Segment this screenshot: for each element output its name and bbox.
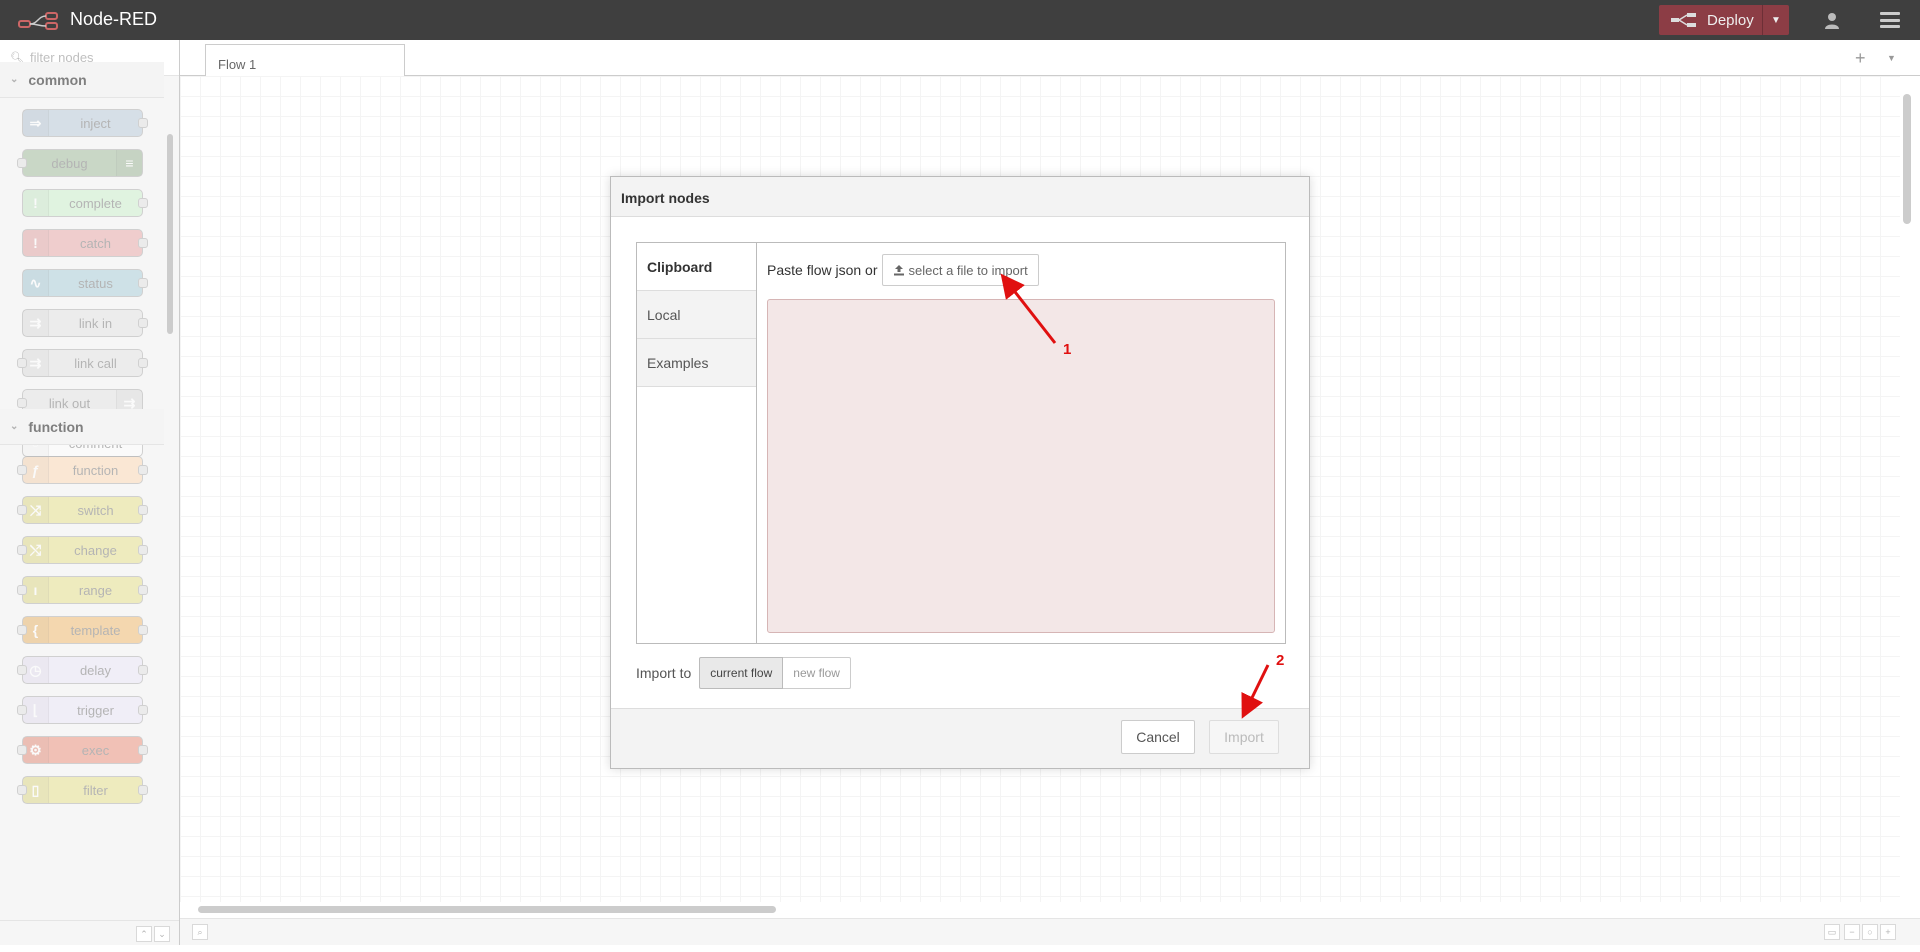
cancel-button[interactable]: Cancel <box>1121 720 1195 754</box>
import-to-current-flow-button[interactable]: current flow <box>699 657 784 689</box>
import-source-tabs: Clipboard Local Examples <box>637 243 757 643</box>
main-menu-button[interactable] <box>1876 9 1904 31</box>
dialog-title: Import nodes <box>611 177 1309 217</box>
import-button[interactable]: Import <box>1209 720 1279 754</box>
select-file-label: select a file to import <box>908 262 1028 278</box>
app-logo: Node-RED <box>18 9 157 30</box>
node-red-logo-icon <box>18 11 58 30</box>
tab-local[interactable]: Local <box>637 291 756 339</box>
deploy-label: Deploy <box>1707 11 1754 29</box>
app-title: Node-RED <box>70 9 158 29</box>
upload-icon <box>893 265 904 276</box>
paste-flow-label: Paste flow json or <box>767 262 878 278</box>
import-panel: Clipboard Local Examples Paste flow json… <box>636 242 1286 644</box>
paste-row: Paste flow json or select a file to impo… <box>767 254 1039 286</box>
flow-json-textarea[interactable] <box>767 299 1275 633</box>
import-to-new-flow-button[interactable]: new flow <box>783 657 851 689</box>
tab-clipboard[interactable]: Clipboard <box>637 243 756 291</box>
hamburger-icon-bar <box>1880 25 1900 28</box>
import-nodes-dialog: Import nodes Clipboard Local Examples Pa… <box>610 176 1310 769</box>
user-menu-button[interactable] <box>1818 8 1846 34</box>
deploy-dropdown-icon[interactable]: ▼ <box>1763 15 1789 26</box>
user-icon <box>1825 13 1839 29</box>
header-bar: Node-RED Deploy ▼ <box>0 0 1920 40</box>
deploy-main[interactable]: Deploy <box>1659 5 1763 35</box>
dialog-footer: Cancel Import <box>611 708 1309 768</box>
import-to-row: Import to current flow new flow <box>636 657 851 689</box>
deploy-icon <box>1671 13 1696 27</box>
import-to-label: Import to <box>636 665 692 681</box>
deploy-button[interactable]: Deploy ▼ <box>1659 5 1789 35</box>
hamburger-icon-bar <box>1880 18 1900 22</box>
tab-examples[interactable]: Examples <box>637 339 756 387</box>
hamburger-icon-bar <box>1880 12 1900 15</box>
select-file-button[interactable]: select a file to import <box>881 254 1039 286</box>
